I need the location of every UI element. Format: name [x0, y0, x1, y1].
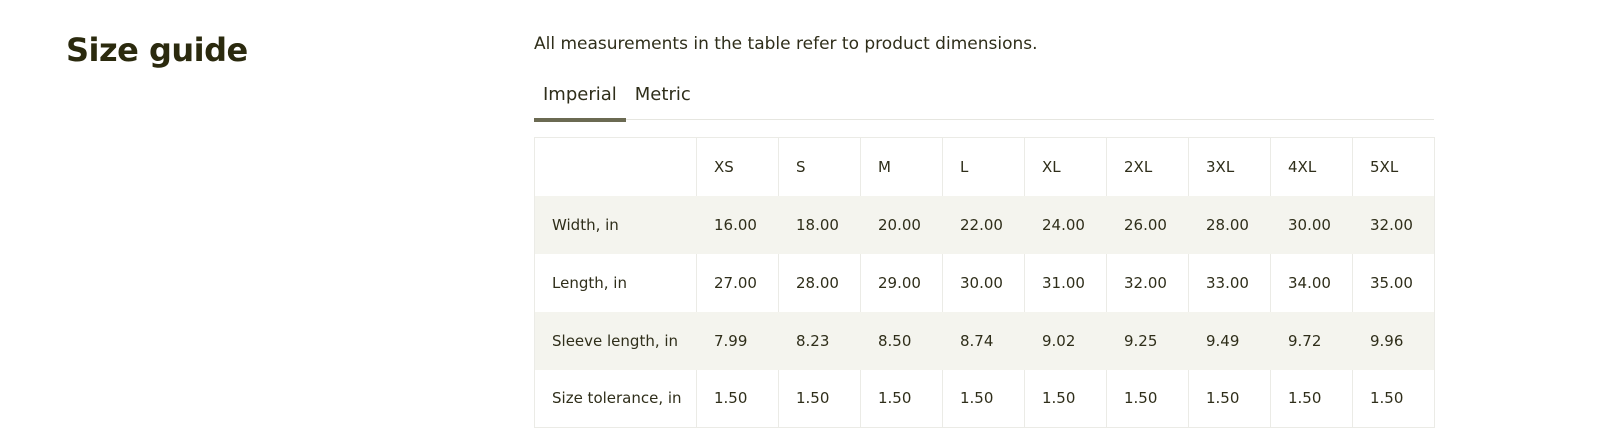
table-cell: 18.00 — [778, 195, 861, 254]
size-header-4xl: 4XL — [1270, 137, 1353, 196]
table-cell: 9.02 — [1024, 311, 1107, 370]
table-cell: 1.50 — [1270, 369, 1353, 428]
table-cell: 32.00 — [1106, 253, 1189, 312]
table-cell: 1.50 — [1188, 369, 1271, 428]
size-table: XS S M L XL 2XL 3XL 4XL 5XL Width, in 16… — [534, 137, 1435, 428]
table-cell: 9.25 — [1106, 311, 1189, 370]
tab-imperial[interactable]: Imperial — [534, 82, 626, 122]
table-cell: 1.50 — [696, 369, 779, 428]
table-cell: 16.00 — [696, 195, 779, 254]
table-cell: 1.50 — [1352, 369, 1435, 428]
table-cell: 1.50 — [1024, 369, 1107, 428]
row-label: Width, in — [552, 215, 619, 234]
size-header-xs: XS — [696, 137, 779, 196]
table-row: Length, in 27.00 28.00 29.00 30.00 31.00… — [534, 253, 1435, 312]
table-cell: 30.00 — [942, 253, 1025, 312]
table-cell: 30.00 — [1270, 195, 1353, 254]
table-cell: 1.50 — [778, 369, 861, 428]
table-cell: 1.50 — [1106, 369, 1189, 428]
table-cell: 26.00 — [1106, 195, 1189, 254]
table-row: Sleeve length, in 7.99 8.23 8.50 8.74 9.… — [534, 311, 1435, 370]
row-label: Sleeve length, in — [552, 331, 679, 350]
table-cell: 9.72 — [1270, 311, 1353, 370]
size-header-s: S — [778, 137, 861, 196]
table-cell: 8.74 — [942, 311, 1025, 370]
table-cell: 9.96 — [1352, 311, 1435, 370]
table-corner-cell — [535, 138, 697, 196]
table-cell: 20.00 — [860, 195, 943, 254]
table-cell: 35.00 — [1352, 253, 1435, 312]
table-cell: 29.00 — [860, 253, 943, 312]
tab-metric[interactable]: Metric — [626, 82, 700, 120]
size-header-2xl: 2XL — [1106, 137, 1189, 196]
intro-text: All measurements in the table refer to p… — [534, 34, 1038, 54]
page-title: Size guide — [66, 31, 248, 69]
table-row: Size tolerance, in 1.50 1.50 1.50 1.50 1… — [534, 369, 1435, 428]
size-header-3xl: 3XL — [1188, 137, 1271, 196]
table-cell: 9.49 — [1188, 311, 1271, 370]
row-label: Size tolerance, in — [552, 389, 682, 408]
size-header-5xl: 5XL — [1352, 137, 1435, 196]
size-header-l: L — [942, 137, 1025, 196]
table-cell: 8.50 — [860, 311, 943, 370]
table-cell: 22.00 — [942, 195, 1025, 254]
size-guide-content: All measurements in the table refer to p… — [534, 30, 1435, 428]
table-header-row: XS S M L XL 2XL 3XL 4XL 5XL — [535, 137, 1435, 196]
table-cell: 1.50 — [860, 369, 943, 428]
table-cell: 32.00 — [1352, 195, 1435, 254]
table-cell: 28.00 — [1188, 195, 1271, 254]
unit-tabs: Imperial Metric — [534, 82, 1434, 122]
table-cell: 24.00 — [1024, 195, 1107, 254]
table-cell: 7.99 — [696, 311, 779, 370]
size-header-m: M — [860, 137, 943, 196]
table-cell: 28.00 — [778, 253, 861, 312]
table-cell: 34.00 — [1270, 253, 1353, 312]
table-cell: 33.00 — [1188, 253, 1271, 312]
table-cell: 8.23 — [778, 311, 861, 370]
row-label: Length, in — [552, 273, 627, 292]
table-cell: 31.00 — [1024, 253, 1107, 312]
table-cell: 1.50 — [942, 369, 1025, 428]
table-row: Width, in 16.00 18.00 20.00 22.00 24.00 … — [534, 195, 1435, 254]
table-cell: 27.00 — [696, 253, 779, 312]
size-header-xl: XL — [1024, 137, 1107, 196]
